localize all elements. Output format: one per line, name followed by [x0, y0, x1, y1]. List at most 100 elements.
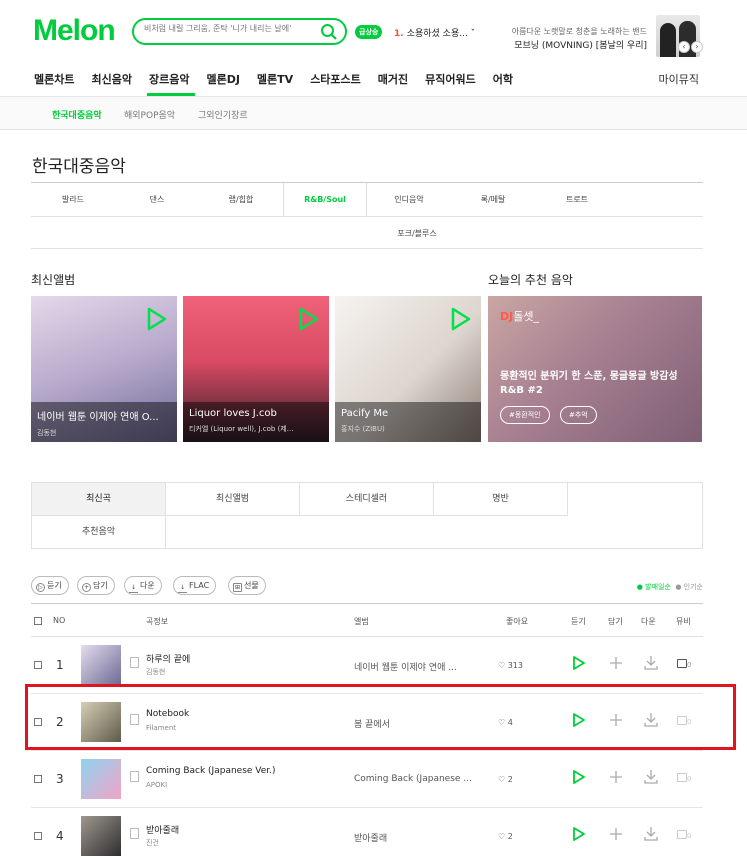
- song-album[interactable]: 받아줄래: [354, 831, 387, 844]
- mv-button[interactable]: 0: [677, 830, 691, 840]
- tab-new-albums[interactable]: 최신앨범: [166, 483, 300, 516]
- rising-text: 소용하셨 소용... ˇ: [406, 29, 476, 39]
- genre-folk-blues[interactable]: 포크/블루스: [357, 217, 477, 250]
- banner-next-button[interactable]: ›: [691, 41, 703, 53]
- col-album: 앨범: [354, 617, 369, 626]
- album-card[interactable]: Liquor loves J.cob 티커엘 (Liquor well), J.c…: [183, 296, 329, 442]
- play-icon[interactable]: [147, 307, 167, 331]
- nav-genre-music[interactable]: 장르음악: [149, 71, 189, 87]
- song-album[interactable]: Coming Back (Japanese ...: [354, 774, 472, 784]
- sort-by-date[interactable]: ● 발매일순: [637, 583, 671, 591]
- row-checkbox[interactable]: [34, 775, 42, 783]
- plus-icon: +: [82, 583, 91, 592]
- song-album[interactable]: 네이버 웹툰 이제야 연애 ...: [354, 660, 457, 673]
- nav-melon-dj[interactable]: 멜론DJ: [206, 71, 239, 87]
- listen-button[interactable]: ▷ 듣기: [31, 576, 69, 595]
- play-icon[interactable]: [299, 307, 319, 331]
- download-button[interactable]: ↓ 다운: [124, 576, 162, 595]
- row-checkbox[interactable]: [34, 661, 42, 669]
- genre-indie[interactable]: 인디음악: [367, 183, 451, 216]
- nav-melon-chart[interactable]: 멜론차트: [34, 71, 74, 87]
- nav-new-music[interactable]: 최신음악: [91, 71, 131, 87]
- song-title[interactable]: Coming Back (Japanese Ver.): [146, 766, 276, 776]
- album-artist[interactable]: 홍지수 (ZIBU): [341, 424, 475, 434]
- reco-dj-tag[interactable]: DJ돌셋_: [500, 308, 539, 324]
- nav-melon-tv[interactable]: 멜론TV: [257, 71, 293, 87]
- reco-hashtag[interactable]: #몽환적인: [500, 406, 550, 424]
- album-thumbnail[interactable]: [81, 759, 121, 799]
- genre-hiphop[interactable]: 랩/힙합: [199, 183, 283, 216]
- reco-dj-name: 돌셋_: [513, 310, 539, 323]
- gift-button[interactable]: ⊞ 선물: [228, 576, 266, 595]
- song-title[interactable]: 받아줄래: [146, 823, 179, 836]
- nav-music-award[interactable]: 뮤직어워드: [425, 71, 476, 87]
- reco-card[interactable]: DJ돌셋_ 몽환적인 분위기 한 스푼, 몽글몽글 방감성 R&B #2 #몽환적…: [488, 296, 702, 442]
- tab-steady-seller[interactable]: 스테디셀러: [300, 483, 434, 516]
- genre-trot[interactable]: 트로트: [535, 183, 619, 216]
- flac-button[interactable]: ↓ FLAC: [173, 576, 217, 595]
- table-row[interactable]: 3 Coming Back (Japanese Ver.) APOKI Comi…: [31, 751, 703, 808]
- add-to-playlist-icon[interactable]: [609, 769, 623, 785]
- song-info-icon[interactable]: [130, 828, 139, 839]
- sort-by-popularity[interactable]: ● 인기순: [675, 583, 703, 591]
- tab-recommended[interactable]: 추천음악: [32, 516, 166, 549]
- song-artist[interactable]: 김동현: [146, 667, 165, 677]
- play-icon[interactable]: [451, 307, 471, 331]
- add-to-playlist-icon[interactable]: [609, 655, 623, 671]
- song-info-icon[interactable]: [130, 657, 139, 668]
- subnav-korean-pop[interactable]: 한국대중음악: [52, 108, 102, 121]
- genre-ballad[interactable]: 발라드: [31, 183, 115, 216]
- row-checkbox[interactable]: [34, 832, 42, 840]
- table-row[interactable]: 4 받아줄래 진건 받아줄래 ♡ 2 0: [31, 808, 703, 864]
- song-title[interactable]: 하루의 끝에: [146, 652, 190, 665]
- melon-logo[interactable]: Melon: [33, 14, 116, 48]
- like-button[interactable]: ♡ 2: [498, 775, 513, 784]
- reco-hashtag[interactable]: #추억: [560, 406, 597, 424]
- search-input[interactable]: [144, 24, 314, 33]
- nav-my-music[interactable]: 마이뮤직: [659, 71, 699, 87]
- banner-ad-text[interactable]: 아름다운 노랫말로 청춘을 노래하는 밴드 모브닝 (MOVNING) [봄날의…: [512, 25, 647, 53]
- album-card[interactable]: Pacify Me 홍지수 (ZIBU): [335, 296, 481, 442]
- nav-star-post[interactable]: 스타포스트: [310, 71, 361, 87]
- mv-button[interactable]: 0: [677, 659, 691, 669]
- tab-classic-albums[interactable]: 명반: [434, 483, 568, 516]
- like-button[interactable]: ♡ 313: [498, 661, 523, 670]
- nav-magazine[interactable]: 매거진: [378, 71, 408, 87]
- album-thumbnail[interactable]: [81, 645, 121, 685]
- video-icon: [677, 659, 687, 668]
- download-icon[interactable]: [643, 655, 659, 671]
- mv-count: 0: [687, 832, 692, 840]
- subnav-other-genres[interactable]: 그외인기장르: [198, 108, 248, 121]
- mv-button[interactable]: 0: [677, 773, 691, 783]
- search-icon[interactable]: [320, 23, 338, 41]
- album-thumbnail[interactable]: [81, 816, 121, 856]
- album-title[interactable]: Pacify Me: [341, 408, 475, 419]
- select-all-checkbox[interactable]: [34, 617, 42, 625]
- rising-keyword[interactable]: 1. 소용하셨 소용... ˇ: [394, 26, 475, 39]
- song-artist[interactable]: APOKI: [146, 781, 167, 789]
- album-title[interactable]: 네이버 웹툰 이제야 연애 O...: [37, 408, 171, 423]
- song-artist[interactable]: 진건: [146, 838, 159, 848]
- genre-rnb-soul[interactable]: R&B/Soul: [283, 183, 367, 217]
- banner-prev-button[interactable]: ‹: [678, 41, 690, 53]
- add-button[interactable]: + 담기: [77, 576, 115, 595]
- nav-language[interactable]: 어학: [493, 71, 513, 87]
- genre-rock-metal[interactable]: 록/메탈: [451, 183, 535, 216]
- album-artist[interactable]: 티커엘 (Liquor well), J.cob (제...: [189, 424, 323, 434]
- download-icon[interactable]: [643, 826, 659, 842]
- subnav-foreign-pop[interactable]: 해외POP음악: [124, 108, 175, 121]
- play-icon[interactable]: [572, 769, 586, 785]
- like-button[interactable]: ♡ 2: [498, 832, 513, 841]
- genre-dance[interactable]: 댄스: [115, 183, 199, 216]
- play-icon[interactable]: [572, 826, 586, 842]
- album-card[interactable]: 네이버 웹툰 이제야 연애 O... 김동현: [31, 296, 177, 442]
- album-title[interactable]: Liquor loves J.cob: [189, 408, 323, 419]
- song-info-icon[interactable]: [130, 771, 139, 782]
- tab-new-songs[interactable]: 최신곡: [32, 483, 166, 516]
- download-icon[interactable]: [643, 769, 659, 785]
- reco-description[interactable]: 몽환적인 분위기 한 스푼, 몽글몽글 방감성 R&B #2: [500, 370, 678, 398]
- search-box[interactable]: [132, 18, 347, 45]
- album-artist[interactable]: 김동현: [37, 428, 171, 438]
- add-to-playlist-icon[interactable]: [609, 826, 623, 842]
- play-icon[interactable]: [572, 655, 586, 671]
